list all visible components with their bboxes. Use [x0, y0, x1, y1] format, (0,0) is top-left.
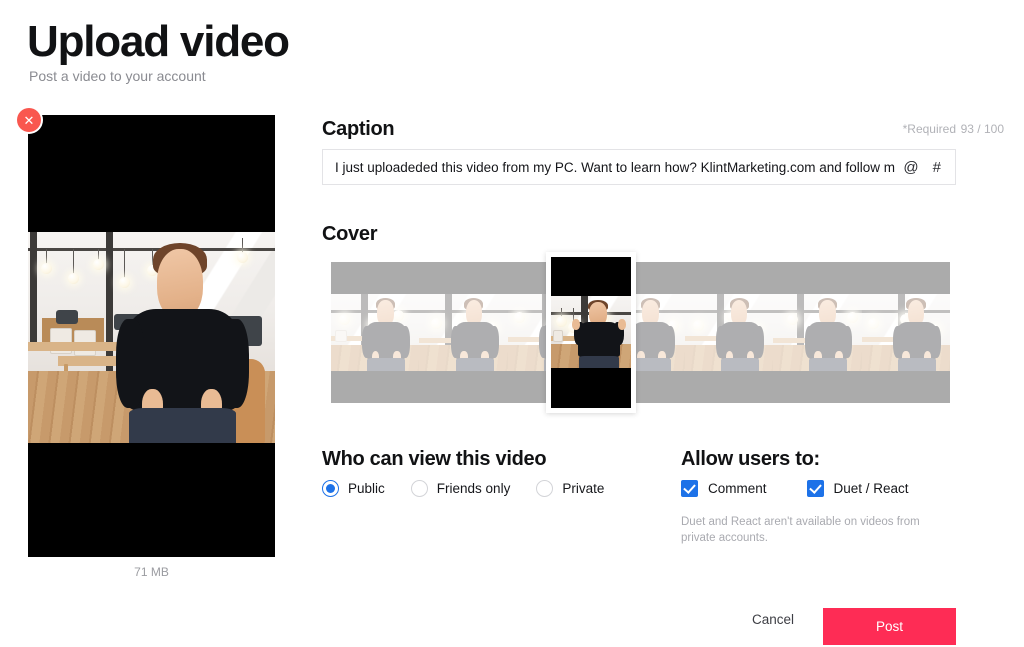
caption-character-counter: 93 / 100	[960, 122, 1004, 136]
close-icon[interactable]: ✕	[17, 108, 41, 132]
cover-frame[interactable]	[684, 294, 774, 371]
radio-icon-friends-only[interactable]	[410, 480, 428, 497]
video-scene-image	[28, 232, 275, 443]
upload-video-page: Upload video Post a video to your accoun…	[0, 0, 1024, 647]
checkbox-icon-duet-react[interactable]	[806, 480, 824, 497]
radio-label-private: Private	[562, 481, 605, 496]
radio-icon-private[interactable]	[536, 480, 554, 497]
page-subtitle: Post a video to your account	[29, 68, 206, 84]
file-size-label: 71 MB	[134, 565, 169, 579]
cover-filmstrip[interactable]	[331, 262, 950, 403]
hashtag-icon[interactable]: #	[933, 160, 941, 175]
cover-frames	[331, 294, 950, 371]
checkbox-option-comment[interactable]: Comment	[681, 480, 767, 497]
allow-helper-text: Duet and React aren't available on video…	[681, 516, 920, 544]
video-content	[28, 232, 275, 443]
cover-frame[interactable]	[861, 294, 950, 371]
radio-label-public: Public	[348, 481, 385, 496]
checkbox-option-duet-react[interactable]: Duet / React	[806, 480, 909, 497]
radio-label-friends-only: Friends only	[436, 481, 511, 496]
caption-input[interactable]	[323, 159, 896, 175]
radio-option-friends-only[interactable]: Friends only	[410, 480, 511, 497]
checkbox-label-comment: Comment	[708, 481, 767, 496]
radio-option-private[interactable]: Private	[536, 480, 604, 497]
cover-selected-frame[interactable]	[546, 252, 636, 413]
page-title: Upload video	[27, 17, 290, 66]
cover-frame[interactable]	[773, 294, 862, 371]
checkbox-icon-comment[interactable]	[681, 480, 698, 497]
privacy-options: Public Friends only Private	[322, 480, 604, 497]
caption-input-wrapper[interactable]: @ #	[322, 149, 956, 185]
allow-section-title: Allow users to:	[681, 448, 820, 470]
allow-options: Comment Duet / React	[681, 480, 909, 497]
video-frame	[28, 115, 275, 557]
cover-section-title: Cover	[322, 223, 378, 245]
radio-option-public[interactable]: Public	[322, 480, 385, 497]
person-figure	[115, 243, 250, 443]
mention-icon[interactable]: @	[903, 160, 918, 175]
video-preview[interactable]: ✕	[17, 108, 275, 557]
radio-icon-public[interactable]	[322, 480, 339, 497]
privacy-section-title: Who can view this video	[322, 448, 547, 470]
caption-section-title: Caption	[322, 118, 395, 140]
cover-frame[interactable]	[331, 294, 420, 371]
cover-frame[interactable]	[419, 294, 508, 371]
checkbox-label-duet-react: Duet / React	[833, 481, 909, 496]
post-button[interactable]: Post	[823, 608, 956, 645]
caption-required-label: *Required	[902, 122, 956, 136]
cancel-button[interactable]: Cancel	[752, 612, 794, 627]
